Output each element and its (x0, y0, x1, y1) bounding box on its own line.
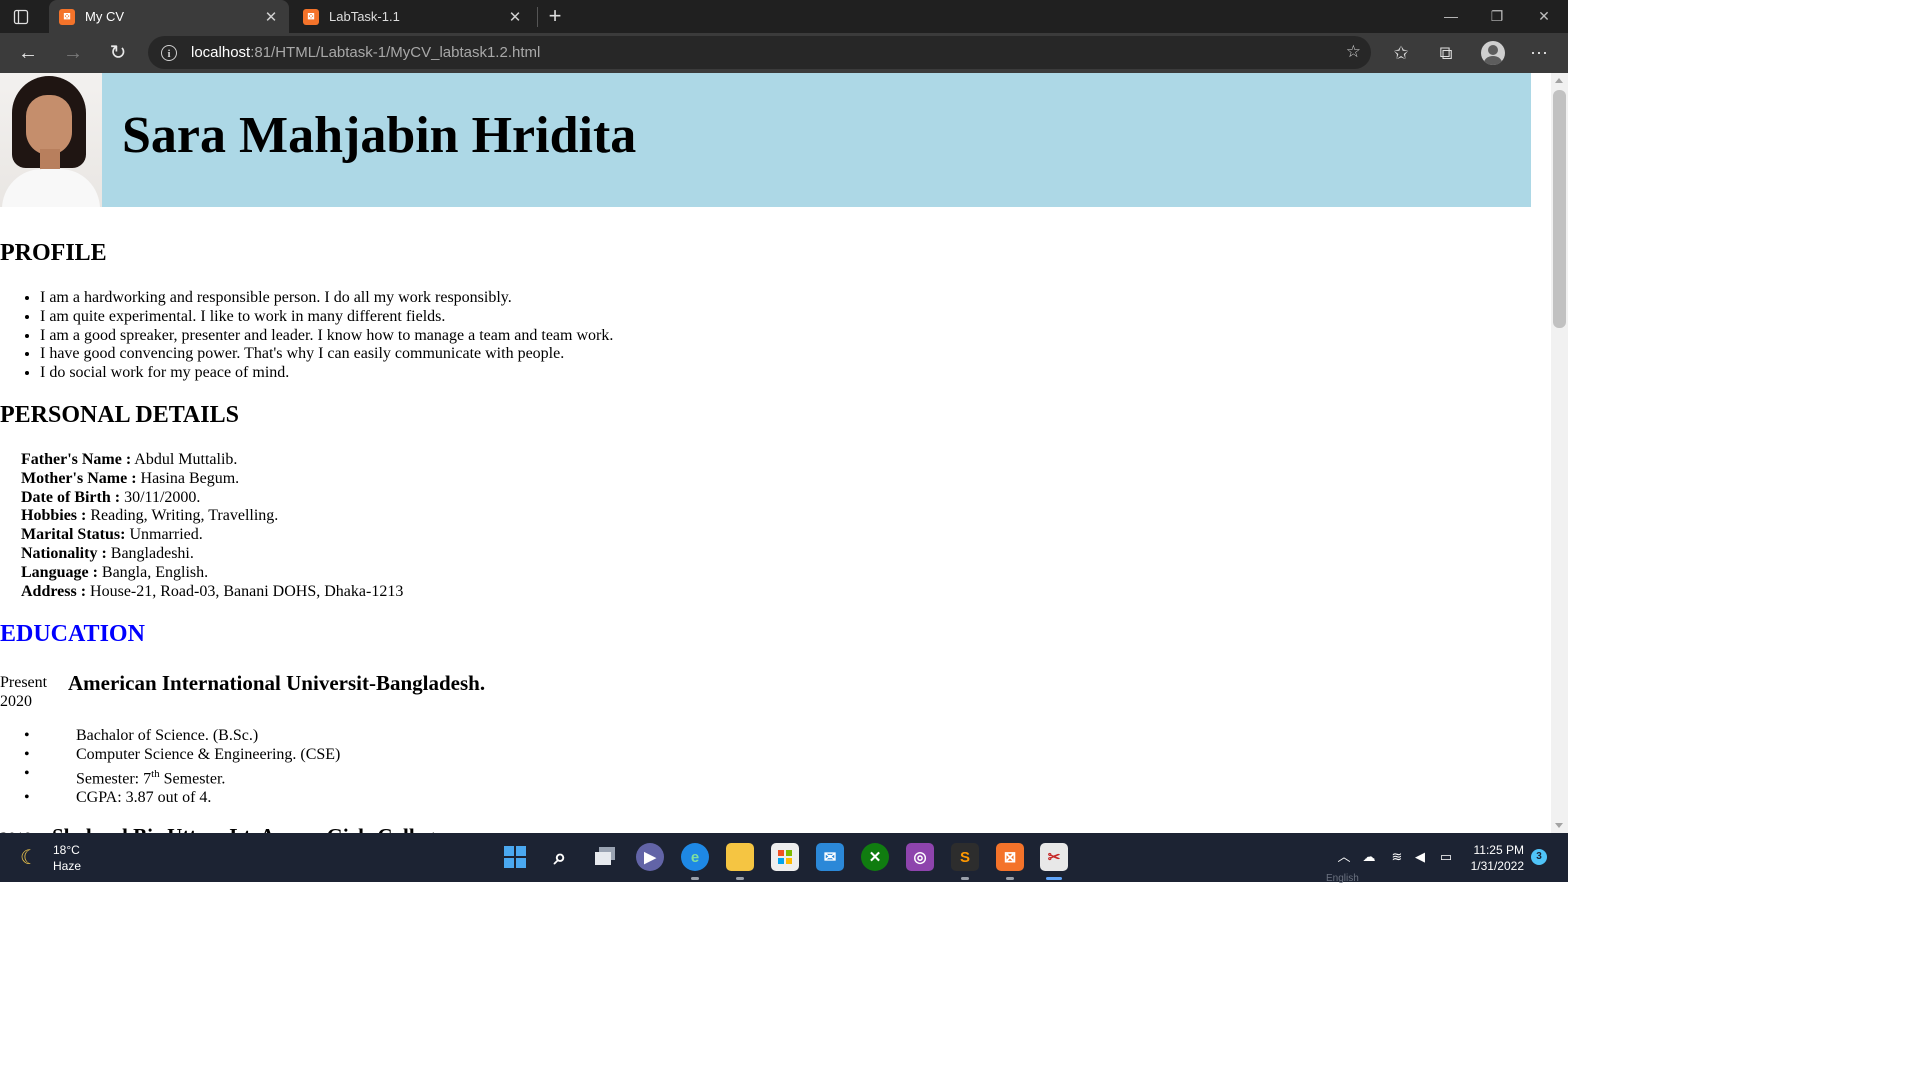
xampp-favicon-icon: ⊠ (59, 8, 75, 25)
education-institution: Shaheed Bir Uttam Lt. Anwar Girls Colleg… (52, 824, 444, 833)
tab-labtask[interactable]: ⊠ LabTask-1.1 ✕ (293, 0, 533, 33)
detail-row: Father's Name : Abdul Muttalib. (21, 451, 238, 468)
wifi-icon[interactable]: ≋ (1388, 849, 1406, 865)
add-favorite-icon[interactable]: ☆ (1346, 42, 1361, 62)
detail-row: Date of Birth : 30/11/2000. (21, 488, 201, 506)
language-indicator: English (1326, 873, 1359, 884)
education-heading: EDUCATION (0, 621, 145, 647)
app-running-indicator (1006, 877, 1014, 880)
list-item: Semester: 7th Semester. (0, 765, 340, 789)
system-clock[interactable]: 11:25 PM 1/31/2022 (1468, 842, 1524, 874)
favorites-icon[interactable]: ✩ (1388, 40, 1414, 66)
clock-date: 1/31/2022 (1470, 859, 1524, 873)
page-scrollbar[interactable] (1551, 73, 1568, 833)
url-host: localhost (191, 44, 251, 61)
detail-row: Address : House-21, Road-03, Banani DOHS… (21, 582, 404, 600)
personal-details-heading: PERSONAL DETAILS (0, 402, 239, 428)
cv-header: Sara Mahjabin Hridita (0, 73, 1531, 207)
list-item: Bachalor of Science. (B.Sc.) (0, 727, 340, 746)
list-item: CGPA: 3.87 out of 4. (0, 789, 340, 808)
profile-list: I am a hardworking and responsible perso… (0, 289, 613, 383)
xbox-icon[interactable]: ✕ (861, 843, 889, 871)
taskbar: ☾ 18°C Haze ⌕ ▶ e ✉ ✕ ◎ S ⊠ ✂ ︿ ☁ ≋ ◀ ▭ (0, 833, 1568, 884)
browser-tab-bar: ⊠ My CV ✕ ⊠ LabTask-1.1 ✕ + — ❐ ✕ (0, 0, 1568, 33)
personal-details: Father's Name : Abdul Muttalib. Mother's… (21, 451, 403, 601)
chevron-up-icon[interactable]: ︿ (1335, 849, 1353, 865)
scroll-up-icon[interactable] (1555, 78, 1563, 83)
xampp-favicon-icon: ⊠ (303, 8, 319, 25)
tab-actions-icon (13, 9, 29, 25)
collections-icon[interactable]: ⧉ (1433, 40, 1459, 66)
battery-icon[interactable]: ▭ (1437, 849, 1455, 865)
profile-photo (0, 73, 102, 207)
close-window-icon[interactable]: ✕ (1529, 5, 1559, 27)
more-options-icon[interactable]: ⋯ (1526, 40, 1552, 66)
start-icon[interactable] (501, 843, 529, 871)
refresh-icon[interactable]: ↻ (105, 40, 131, 66)
app-running-indicator (736, 877, 744, 880)
detail-row: Language : Bangla, English. (21, 563, 209, 581)
detail-row: Nationality : Bangladeshi. (21, 544, 194, 562)
back-arrow-icon[interactable]: ← (15, 40, 41, 66)
app-running-indicator (691, 877, 699, 880)
notification-badge[interactable]: 3 (1531, 849, 1547, 865)
education-years: Present 2020 (0, 674, 48, 710)
new-tab-button[interactable]: + (544, 3, 566, 29)
tab-divider (537, 7, 538, 27)
restore-window-icon[interactable]: ❐ (1482, 5, 1512, 27)
mail-icon[interactable]: ✉ (816, 843, 844, 871)
weather-widget[interactable]: ☾ 18°C Haze (20, 842, 81, 874)
search-icon[interactable]: ⌕ (546, 843, 574, 871)
url-path: :81/HTML/Labtask-1/MyCV_labtask1.2.html (250, 44, 541, 61)
app-active-indicator (1046, 877, 1062, 880)
snipping-tool-icon[interactable]: ✂ (1040, 843, 1068, 871)
list-item: I am a good spreaker, presenter and lead… (40, 327, 613, 346)
clock-time: 11:25 PM (1473, 843, 1524, 857)
list-item: I have good convencing power. That's why… (40, 345, 613, 364)
profile-avatar-icon[interactable] (1481, 41, 1505, 65)
scroll-thumb[interactable] (1553, 90, 1566, 328)
list-item: I am quite experimental. I like to work … (40, 308, 613, 327)
list-item: I am a hardworking and responsible perso… (40, 289, 613, 308)
tab-close-icon[interactable]: ✕ (503, 8, 527, 26)
tab-title: My CV (85, 9, 124, 24)
moon-icon: ☾ (20, 847, 38, 869)
detail-row: Hobbies : Reading, Writing, Travelling. (21, 507, 279, 525)
cv-name-heading: Sara Mahjabin Hridita (122, 107, 637, 164)
task-view-icon[interactable] (591, 843, 619, 871)
file-explorer-icon[interactable] (726, 843, 754, 871)
tab-close-icon[interactable]: ✕ (259, 8, 283, 26)
detail-row: Mother's Name : Hasina Begum. (21, 469, 240, 487)
list-item: I do social work for my peace of mind. (40, 364, 613, 383)
tab-my-cv[interactable]: ⊠ My CV ✕ (49, 0, 289, 33)
page-viewport: Sara Mahjabin Hridita PROFILE I am a har… (0, 73, 1551, 833)
tab-title: LabTask-1.1 (329, 9, 400, 24)
tab-actions-button[interactable] (10, 6, 32, 28)
weather-condition: Haze (53, 859, 82, 873)
forward-arrow-icon[interactable]: → (60, 40, 86, 66)
xampp-icon[interactable]: ⊠ (996, 843, 1024, 871)
education-institution: American International Universit-Banglad… (68, 671, 486, 695)
microsoft-store-icon[interactable] (771, 843, 799, 871)
profile-heading: PROFILE (0, 240, 107, 266)
edge-browser-icon[interactable]: e (681, 843, 709, 871)
onedrive-cloud-icon[interactable]: ☁ (1360, 849, 1378, 865)
app-icon[interactable]: ◎ (906, 843, 934, 871)
browser-toolbar: ← → ↻ i localhost:81/HTML/Labtask-1/MyCV… (0, 33, 1568, 73)
scroll-down-icon[interactable] (1555, 823, 1563, 828)
education-details-list: Bachalor of Science. (B.Sc.) Computer Sc… (0, 727, 340, 808)
sublime-text-icon[interactable]: S (951, 843, 979, 871)
temperature: 18°C (53, 843, 80, 857)
list-item: Computer Science & Engineering. (CSE) (0, 746, 340, 765)
chat-icon[interactable]: ▶ (636, 843, 664, 871)
address-bar[interactable]: i localhost:81/HTML/Labtask-1/MyCV_labta… (148, 36, 1371, 69)
app-running-indicator (961, 877, 969, 880)
detail-row: Marital Status: Unmarried. (21, 526, 203, 544)
site-info-icon[interactable]: i (161, 44, 177, 61)
volume-icon[interactable]: ◀ (1411, 849, 1429, 865)
minimize-window-icon[interactable]: — (1436, 5, 1466, 27)
